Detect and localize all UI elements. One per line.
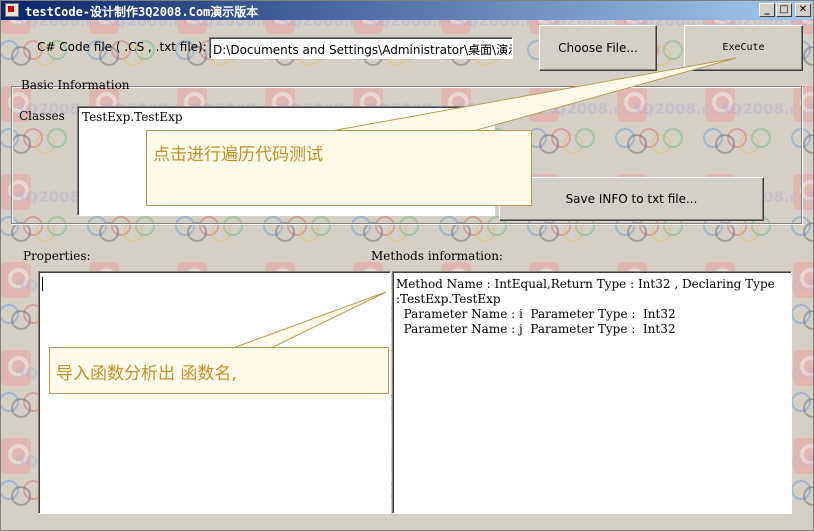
properties-callout-pointer <box>232 291 387 349</box>
execute-callout-pointer <box>330 57 737 134</box>
properties-callout-text: 导入函数分析出 函数名, <box>56 364 237 384</box>
maximize-button[interactable]: □ <box>776 3 792 17</box>
properties-callout: 导入函数分析出 函数名, <box>49 347 389 394</box>
window-title: testCode-设计制作3Q2008.Com演示版本 <box>25 5 259 19</box>
execute-callout: 点击进行遍历代码测试 <box>146 130 532 206</box>
form-client-area: 3Q2008.com 3Q2008.com 3Q2008.com 3Q2008.com… <box>1 20 813 530</box>
minimize-button[interactable]: _ <box>759 3 775 17</box>
callout-pointers <box>232 57 737 349</box>
title-bar[interactable]: testCode-设计制作3Q2008.Com演示版本 _ □ ✕ <box>1 1 813 20</box>
close-button[interactable]: ✕ <box>795 3 811 17</box>
execute-callout-text: 点击进行遍历代码测试 <box>153 145 323 165</box>
app-icon <box>5 3 19 17</box>
main-window: testCode-设计制作3Q2008.Com演示版本 _ □ ✕ 3Q2008… <box>0 0 814 531</box>
